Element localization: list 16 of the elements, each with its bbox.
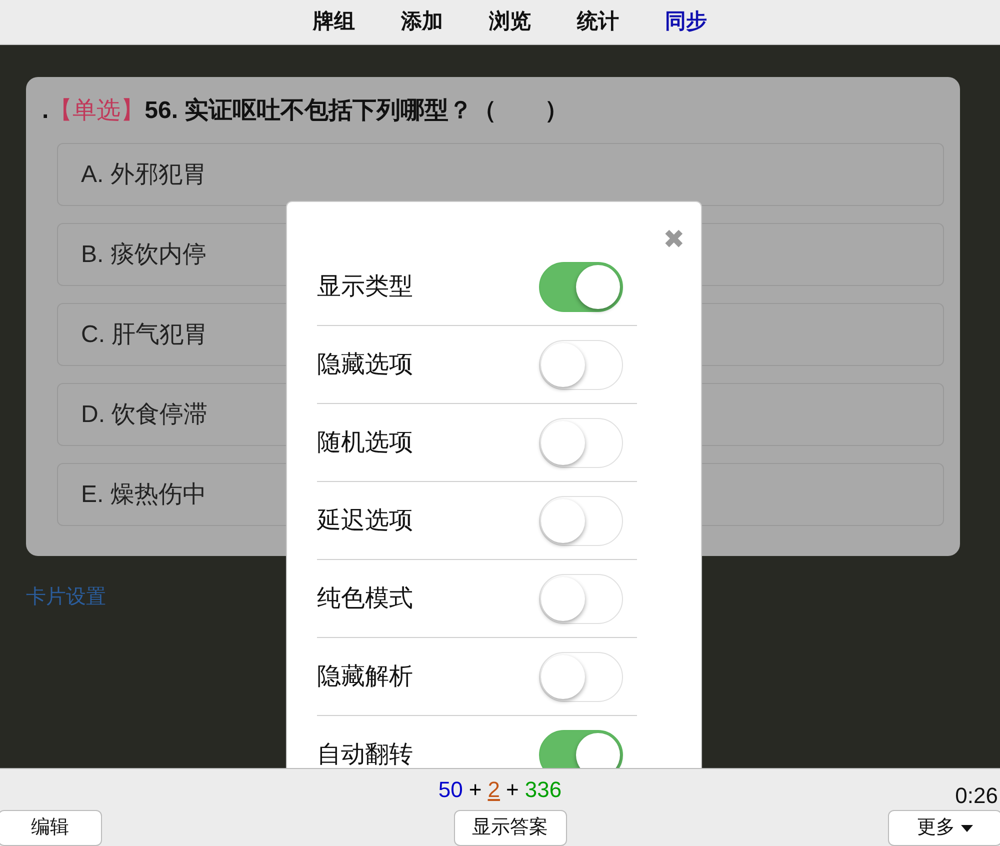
toggle-label: 隐藏选项	[317, 350, 413, 380]
review-count: +	[468, 776, 482, 804]
review-count: 336	[524, 776, 562, 804]
toggle-label: 纯色模式	[317, 584, 413, 614]
toggle-label: 随机选项	[317, 428, 413, 458]
review-count: 2	[488, 776, 500, 804]
toggle-label: 延迟选项	[317, 506, 413, 536]
review-count: +	[506, 776, 519, 804]
question-type-tag: 【单选】	[48, 93, 145, 129]
toggle-label: 隐藏解析	[317, 662, 413, 692]
timer: 0:26	[955, 782, 998, 810]
toggle-label: 自动翻转	[317, 740, 413, 768]
review-count: 50	[438, 776, 463, 804]
toggle-label: 显示类型	[317, 272, 413, 302]
question-text: 56. 实证呕吐不包括下列哪型？（ ）	[144, 96, 569, 126]
question-prefix: .	[42, 96, 49, 126]
